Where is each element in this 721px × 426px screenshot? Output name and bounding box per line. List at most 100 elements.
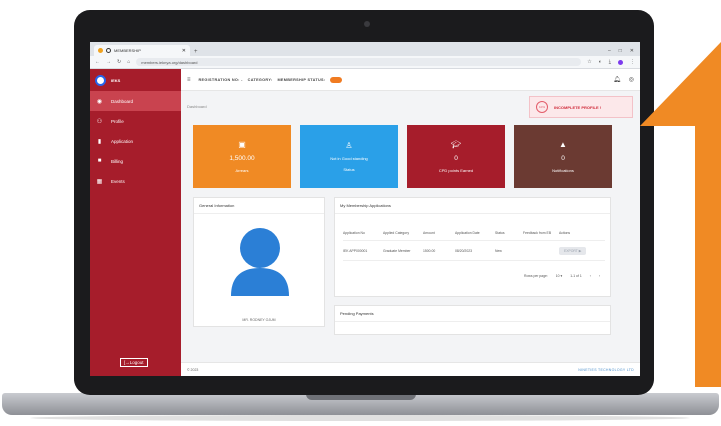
reload-icon[interactable]: ↻ bbox=[117, 59, 121, 65]
cell-date: 08/20/2023 bbox=[455, 248, 472, 253]
laptop-shadow bbox=[30, 415, 690, 421]
profile-dot-icon bbox=[98, 48, 103, 53]
card-label: CPD points Earned bbox=[438, 168, 474, 173]
footer: © 2023 NINETIES TECHNOLOGY LTD bbox=[181, 362, 640, 376]
registration-no: REGISTRATION NO: - bbox=[198, 77, 243, 82]
orange-arrow-icon bbox=[640, 42, 721, 387]
cell-actions: EXPORT ▶ bbox=[559, 246, 599, 255]
cpd-card[interactable]: 🎓︎ 0 CPD points Earned bbox=[407, 125, 505, 188]
address-bar-row: ← → ↻ ⌂ members.ieknya.org/dashboard ☆ ◐… bbox=[90, 56, 640, 69]
browser-extensions: ☆ ◐ ⤓ ⋮ bbox=[587, 59, 635, 65]
favicon-icon bbox=[106, 48, 111, 53]
stat-cards: ▣ 1,500.00 Arrears ♙ Not in Good standin… bbox=[193, 125, 612, 188]
home-icon[interactable]: ⌂ bbox=[127, 59, 130, 65]
sidebar-item-profile[interactable]: ⚇ Profile bbox=[90, 111, 181, 131]
profile-icon: ⚇ bbox=[96, 118, 103, 125]
camera-icon bbox=[364, 21, 370, 27]
rows-per-page-label: Rows per page: bbox=[524, 274, 548, 278]
category-label: CATEGORY: bbox=[247, 77, 273, 82]
menu-icon[interactable]: ⋮ bbox=[630, 59, 635, 65]
hamburger-icon[interactable]: ≡ bbox=[187, 77, 191, 83]
rows-per-page-select[interactable]: 10 ▾ bbox=[556, 274, 562, 278]
money-icon: ▣ bbox=[238, 140, 246, 149]
pagination: Rows per page: 10 ▾ 1-1 of 1 ‹ › bbox=[524, 274, 600, 278]
progress-ring: 10% bbox=[536, 101, 548, 113]
table-row: IEK APP000001 Graduate Member 1500.00 08… bbox=[343, 241, 605, 261]
applications-table: Application No Applied Category Amount A… bbox=[343, 225, 605, 261]
panel-title: My Membership Applications bbox=[335, 198, 610, 214]
maximize-button[interactable]: □ bbox=[619, 48, 622, 54]
brand-name: IEKS bbox=[111, 77, 121, 83]
cell-status: New bbox=[495, 248, 502, 253]
new-tab-button[interactable]: + bbox=[194, 49, 198, 55]
arrears-card[interactable]: ▣ 1,500.00 Arrears bbox=[193, 125, 291, 188]
laptop-scene: MEMBERSHIP ✕ + – □ ✕ ← → ↻ ⌂ members.iek… bbox=[0, 0, 721, 426]
column-header: Amount bbox=[423, 230, 435, 235]
account-icon[interactable]: ◎ bbox=[629, 76, 634, 83]
export-button[interactable]: EXPORT ▶ bbox=[559, 246, 587, 255]
breadcrumb: Dashboard bbox=[187, 103, 207, 109]
company-name: NINETIES TECHNOLOGY LTD bbox=[578, 367, 634, 372]
bell-icon[interactable]: 🔔︎ bbox=[613, 76, 621, 83]
sidebar-item-events[interactable]: ▦ Events bbox=[90, 171, 181, 191]
page-range: 1-1 of 1 bbox=[570, 274, 582, 278]
events-icon: ▦ bbox=[96, 178, 103, 185]
status-badge bbox=[330, 76, 342, 83]
cell-amount: 1500.00 bbox=[423, 248, 436, 253]
panel-title: General Information bbox=[194, 198, 324, 214]
rows-per-page-value: 10 bbox=[555, 274, 560, 278]
card-label: Arrears bbox=[235, 168, 249, 173]
sidebar-item-dashboard[interactable]: ◉ Dashboard bbox=[90, 91, 181, 111]
close-window-button[interactable]: ✕ bbox=[630, 48, 634, 54]
sidebar: IEKS ◉ Dashboard ⚇ Profile ▮ Application… bbox=[90, 69, 181, 376]
export-label: EXPORT bbox=[564, 248, 578, 253]
window-controls: – □ ✕ bbox=[608, 48, 640, 56]
browser-tab[interactable]: MEMBERSHIP ✕ bbox=[94, 45, 190, 56]
column-header: Application No bbox=[343, 230, 365, 235]
star-icon[interactable]: ☆ bbox=[587, 59, 591, 65]
column-header: Feedback from EB bbox=[523, 230, 552, 235]
back-icon[interactable]: ← bbox=[95, 59, 100, 65]
sidebar-item-label: Application bbox=[111, 138, 134, 144]
copyright: © 2023 bbox=[187, 367, 199, 372]
column-header: Applied Category bbox=[383, 230, 410, 235]
billing-icon: ■ bbox=[97, 158, 102, 164]
member-name: MR. RODNEY OJUM bbox=[242, 318, 276, 322]
extension-icon[interactable]: ◐ bbox=[599, 59, 602, 65]
column-header: Application Date bbox=[455, 230, 480, 235]
alert-text: INCOMPLETE PROFILE ! bbox=[554, 104, 602, 110]
incomplete-profile-alert[interactable]: 10% INCOMPLETE PROFILE ! bbox=[529, 96, 633, 118]
topbar: ≡ REGISTRATION NO: - CATEGORY: MEMBERSHI… bbox=[181, 69, 640, 91]
card-value: Not in Good standing bbox=[330, 156, 368, 161]
column-header: Actions bbox=[559, 230, 571, 235]
cell-app-no: IEK APP000001 bbox=[343, 248, 368, 253]
sidebar-item-label: Events bbox=[111, 178, 125, 184]
next-page-icon[interactable]: › bbox=[599, 274, 600, 278]
download-icon[interactable]: ⤓ bbox=[609, 59, 611, 65]
browser-avatar[interactable] bbox=[618, 59, 623, 65]
prev-page-icon[interactable]: ‹ bbox=[590, 274, 591, 278]
status-card[interactable]: ♙ Not in Good standing Status bbox=[300, 125, 398, 188]
avatar-icon bbox=[231, 228, 289, 296]
tab-close-icon[interactable]: ✕ bbox=[182, 48, 186, 54]
notifications-card[interactable]: ▲ 0 Notifications bbox=[514, 125, 612, 188]
logo-icon bbox=[95, 74, 106, 86]
url-text: members.ieknya.org/dashboard bbox=[141, 59, 198, 65]
sidebar-item-label: Billing bbox=[111, 158, 124, 164]
logout-button[interactable]: [→Logout bbox=[120, 358, 148, 367]
registration-info: REGISTRATION NO: - CATEGORY: MEMBERSHIP … bbox=[198, 76, 342, 83]
screen: MEMBERSHIP ✕ + – □ ✕ ← → ↻ ⌂ members.iek… bbox=[90, 42, 640, 376]
breadcrumb-row: Dashboard 10% INCOMPLETE PROFILE ! bbox=[181, 91, 640, 121]
minimize-button[interactable]: – bbox=[608, 48, 611, 54]
bell-icon: ▲ bbox=[559, 140, 567, 149]
forward-icon[interactable]: → bbox=[106, 59, 111, 65]
graduation-icon: 🎓︎ bbox=[450, 140, 462, 149]
url-input[interactable]: members.ieknya.org/dashboard bbox=[136, 58, 582, 66]
sidebar-item-billing[interactable]: ■ Billing bbox=[90, 151, 181, 171]
brand: IEKS bbox=[90, 69, 181, 91]
main-content: ≡ REGISTRATION NO: - CATEGORY: MEMBERSHI… bbox=[181, 69, 640, 376]
tab-title: MEMBERSHIP bbox=[114, 48, 141, 53]
sidebar-item-application[interactable]: ▮ Application bbox=[90, 131, 181, 151]
document-icon: ▮ bbox=[97, 138, 102, 145]
sidebar-item-label: Dashboard bbox=[111, 98, 134, 104]
